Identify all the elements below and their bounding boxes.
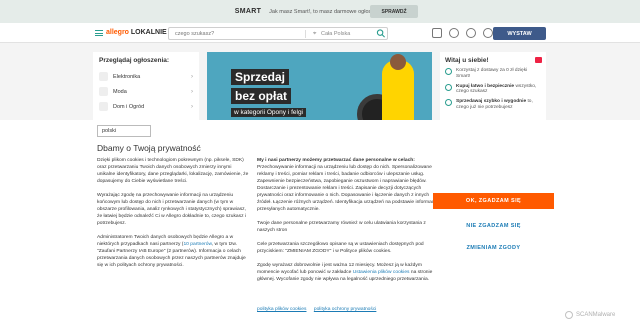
consent-paragraph: Dzięki plikom cookies i technologiom pok…	[97, 158, 249, 184]
fashion-icon	[99, 87, 108, 96]
category-label: Dom i Ogród	[113, 103, 145, 110]
consent-paragraph: Twoje dane personalne przetwarzamy równi…	[257, 221, 426, 233]
cookie-settings-link[interactable]: Ustawienia plików cookies	[353, 270, 410, 275]
flag-icon	[535, 57, 542, 63]
check-icon	[445, 68, 452, 75]
check-icon	[445, 83, 452, 91]
purposes-text: Przechowywanie informacji na urządzeniu …	[257, 165, 437, 212]
welcome-item-text: Korzystaj z dostawy za 0 zł dzięki Smart…	[456, 68, 528, 79]
language-select[interactable]: polski	[97, 125, 151, 137]
change-consent-button[interactable]: ZMIENIAM ZGODY	[433, 241, 554, 255]
watermark-text: SCANMalware	[576, 312, 616, 318]
search-icon[interactable]	[376, 29, 386, 38]
purposes-heading: My i nasi partnerzy możemy przetwarzać d…	[257, 158, 415, 163]
consent-paragraph: Administratorem Twoich danych osobowych …	[97, 234, 249, 269]
watermark-logo-icon	[565, 311, 573, 319]
cookie-policy-link[interactable]: polityka plików cookies	[257, 307, 306, 312]
mechanic-head	[390, 54, 406, 70]
welcome-item-bold: Kupuj łatwo i bezpiecznie	[456, 83, 515, 89]
home-garden-icon	[99, 102, 108, 111]
logo-suffix: LOKALNIE	[130, 29, 167, 36]
menu-icon[interactable]	[95, 30, 103, 36]
user-icon[interactable]	[483, 28, 493, 38]
banner-line-3: w kategorii Opony i felgi	[231, 108, 307, 117]
promo-check-button[interactable]: SPRAWDŹ	[370, 5, 418, 18]
post-ad-button[interactable]: WYSTAW	[493, 27, 546, 40]
privacy-policy-link[interactable]: polityka ochrony prywatności	[314, 307, 377, 312]
category-item[interactable]: Elektronika ›	[93, 69, 199, 84]
chat-icon[interactable]	[449, 28, 459, 38]
consent-column-left: Dzięki plikom cookies i technologiom pok…	[97, 157, 249, 276]
consent-title: Dbamy o Twoją prywatność	[97, 143, 201, 153]
consent-paragraph: Cele przetwarzania szczegółowo opisane s…	[257, 242, 424, 254]
header-icons	[432, 28, 493, 38]
partners-link[interactable]: 10 partnerów	[183, 242, 211, 247]
electronics-icon	[99, 72, 108, 81]
chevron-right-icon: ›	[191, 73, 193, 80]
accept-button[interactable]: OK, ZGADZAM SIĘ	[433, 193, 554, 209]
welcome-panel: Witaj u siebie! Korzystaj z dostawy za 0…	[440, 52, 546, 122]
policy-links: polityka plików cookies polityka ochrony…	[257, 307, 382, 312]
site-header: allegro LOKALNIE ⌖ Cała Polska WYSTAW	[0, 23, 640, 43]
location-input[interactable]: Cała Polska	[321, 31, 350, 37]
welcome-item: Kupuj łatwo i bezpiecznie wszystko, czeg…	[445, 83, 541, 96]
chevron-right-icon: ›	[191, 103, 193, 110]
consent-paragraph: My i nasi partnerzy możemy przetwarzać d…	[257, 157, 441, 213]
smart-brand: SMART	[234, 8, 262, 15]
categories-panel: Przeglądaj ogłoszenia: Elektronika › Mod…	[93, 52, 199, 122]
search-input[interactable]	[175, 31, 285, 37]
welcome-item: Sprzedawaj szybko i wygodnie to, czego j…	[445, 99, 541, 111]
welcome-item-bold: Sprzedawaj szybko i wygodnie	[456, 99, 527, 104]
search-divider	[305, 30, 306, 38]
banner-line-2: bez opłat	[231, 88, 292, 104]
consent-column-right: My i nasi partnerzy możemy przetwarzać d…	[257, 157, 441, 290]
location-pin-icon: ⌖	[313, 31, 317, 37]
chevron-right-icon: ›	[191, 88, 193, 95]
heart-icon[interactable]	[432, 28, 442, 38]
watermark: SCANMalware	[565, 311, 615, 319]
consent-paragraph: Zgodę wyrażasz dobrowolnie i jest ważna …	[257, 262, 441, 283]
logo[interactable]: allegro LOKALNIE	[106, 29, 167, 36]
banner-line-1: Sprzedaj	[231, 69, 290, 85]
categories-title: Przeglądaj ogłoszenia:	[99, 57, 170, 64]
logo-prefix: allegro	[106, 29, 129, 36]
promo-bar: SMART Jak masz Smart!, to masz darmowe o…	[0, 0, 640, 23]
category-label: Elektronika	[113, 73, 141, 80]
check-icon	[445, 99, 452, 106]
category-label: Moda	[113, 88, 127, 95]
welcome-item: Korzystaj z dostawy za 0 zł dzięki Smart…	[445, 68, 541, 80]
category-item[interactable]: Moda ›	[93, 84, 199, 99]
reject-button[interactable]: NIE ZGADZAM SIĘ	[433, 219, 554, 233]
search-bar: ⌖ Cała Polska	[168, 27, 388, 40]
consent-paragraph: Wyrażając zgodę na przechowywanie inform…	[97, 193, 246, 226]
notifications-icon[interactable]	[466, 28, 476, 38]
welcome-title: Witaj u siebie!	[445, 57, 489, 64]
category-item[interactable]: Dom i Ogród ›	[93, 99, 199, 114]
promo-banner[interactable]: Sprzedaj bez opłat w kategorii Opony i f…	[207, 52, 432, 122]
